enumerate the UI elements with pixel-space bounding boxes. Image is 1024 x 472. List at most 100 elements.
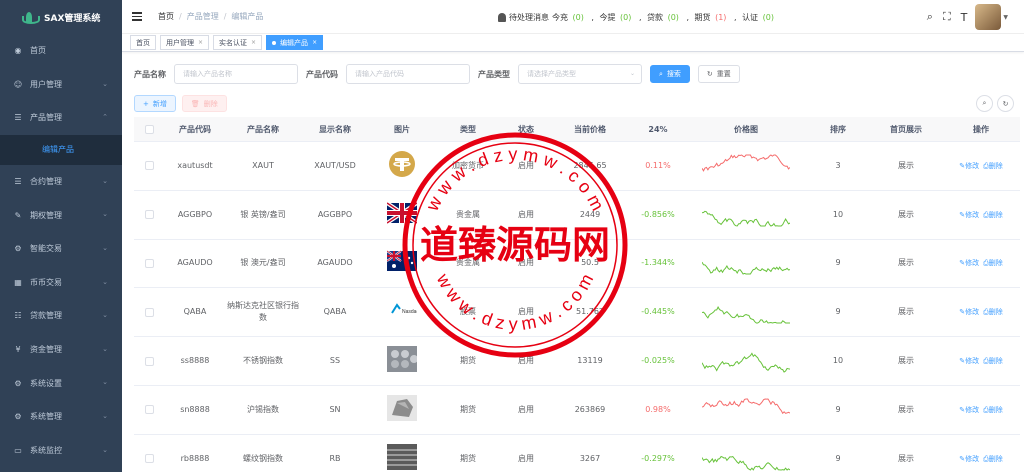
- product-type-cell: 加密货币: [452, 160, 484, 170]
- sidebar-item-1[interactable]: ☺ 用户管理 ⌄: [0, 68, 122, 102]
- close-icon[interactable]: ×: [251, 39, 256, 46]
- status-cell: 启用: [518, 404, 534, 414]
- edit-link[interactable]: ✎修改: [959, 308, 979, 316]
- app-logo[interactable]: SAX管理系统: [0, 0, 122, 34]
- sidebar-item-label: 系统设置: [30, 378, 62, 388]
- product-type-cell: 贵金属: [456, 258, 480, 268]
- tag-label: 实名认证: [219, 38, 248, 47]
- refresh-table-icon[interactable]: ↻: [997, 95, 1014, 112]
- close-icon[interactable]: ×: [312, 39, 317, 46]
- product-table: 产品代码 产品名称 显示名称 图片 类型 状态 当前价格 24% 价格图 排序 首页展示 操作 xau…: [134, 117, 1020, 472]
- notice-item-count: (0): [665, 13, 682, 22]
- search-button[interactable]: ⌕ 搜索: [650, 65, 690, 83]
- product-type-select[interactable]: 请选择产品类型 ⌄: [518, 64, 642, 84]
- edit-link-label: 修改: [965, 405, 980, 414]
- delete-button[interactable]: 🗑︎ 删除: [181, 95, 227, 112]
- delete-link[interactable]: ⎙删除: [983, 259, 1003, 267]
- row-checkbox[interactable]: [144, 356, 154, 366]
- product-name-input[interactable]: 请输入产品名称: [174, 64, 298, 84]
- breadcrumb-home[interactable]: 首页: [158, 12, 174, 21]
- logo-icon: [22, 12, 40, 24]
- current-price-cell: 3267: [579, 453, 601, 463]
- sidebar-item-7[interactable]: ☷ 贷款管理 ⌄: [0, 299, 122, 333]
- select-all-checkbox[interactable]: [144, 124, 154, 134]
- row-checkbox[interactable]: [144, 405, 154, 415]
- product-code-input[interactable]: 请输入产品代码: [346, 64, 470, 84]
- notice-item[interactable]: 今充 (0) ,: [552, 13, 600, 22]
- sidebar-item-label: 系统监控: [30, 445, 62, 455]
- delete-link[interactable]: ⎙删除: [983, 211, 1003, 219]
- edit-link[interactable]: ✎修改: [959, 211, 979, 219]
- edit-link[interactable]: ✎修改: [959, 259, 979, 267]
- notice-item[interactable]: 今提 (0) ,: [600, 13, 648, 22]
- delete-link[interactable]: ⎙删除: [983, 455, 1003, 463]
- tag-3[interactable]: 编辑产品 ×: [266, 35, 324, 50]
- product-name-cell: 银 英镑/盎司: [240, 209, 286, 219]
- notice-item[interactable]: 认证 (0): [742, 13, 776, 22]
- hamburger-icon[interactable]: [132, 12, 144, 21]
- status-cell: 启用: [518, 258, 534, 268]
- notice-item-name: 今充: [552, 13, 568, 22]
- table-icon: ▦: [14, 277, 22, 287]
- sidebar-item-5[interactable]: ⚙ 智能交易 ⌄: [0, 232, 122, 266]
- notice-item-count: (0): [617, 13, 634, 22]
- home-display-cell: 展示: [898, 453, 914, 463]
- row-checkbox[interactable]: [144, 161, 154, 171]
- tag-0[interactable]: 首页: [130, 35, 156, 50]
- search-icon[interactable]: ⌕: [927, 10, 933, 24]
- sidebar-item-9[interactable]: ⚙ 系统设置 ⌄: [0, 366, 122, 400]
- edit-link-label: 修改: [965, 357, 980, 366]
- chevron-down-icon: ⌄: [102, 79, 108, 88]
- home-display-cell: 展示: [898, 356, 914, 366]
- sidebar-item-4[interactable]: ✎ 期权管理 ⌄: [0, 198, 122, 232]
- edit-link[interactable]: ✎修改: [959, 162, 979, 170]
- notice-bar[interactable]: 待处理消息 今充 (0) , 今提 (0) , 贷款 (0) , 期货 (1) …: [498, 12, 776, 23]
- change-24h-cell: 0.11%: [645, 160, 671, 170]
- delete-link[interactable]: ⎙删除: [983, 357, 1003, 365]
- row-checkbox[interactable]: [144, 307, 154, 317]
- delete-link[interactable]: ⎙删除: [983, 406, 1003, 414]
- delete-link-label: 删除: [988, 308, 1003, 317]
- tag-label: 首页: [136, 38, 150, 47]
- trash-icon: 🗑︎: [190, 99, 200, 108]
- row-checkbox[interactable]: [144, 454, 154, 464]
- product-name-cell: 不锈钢指数: [243, 356, 283, 366]
- column-header: 24%: [648, 124, 668, 134]
- sidebar-item-11[interactable]: ▭ 系统监控 ⌄: [0, 434, 122, 468]
- toggle-search-icon[interactable]: ⌕: [976, 95, 993, 112]
- font-size-icon[interactable]: T: [961, 11, 968, 24]
- close-icon[interactable]: ×: [198, 39, 203, 46]
- row-checkbox[interactable]: [144, 210, 154, 220]
- row-checkbox[interactable]: [144, 258, 154, 268]
- delete-link[interactable]: ⎙删除: [983, 308, 1003, 316]
- sparkline-chart: [702, 306, 790, 324]
- fullscreen-icon[interactable]: ⛶: [943, 10, 951, 24]
- reset-button[interactable]: ↻ 重置: [697, 65, 740, 83]
- add-button[interactable]: + 新增: [134, 95, 176, 112]
- add-button-label: 新增: [152, 99, 167, 108]
- delete-button-label: 删除: [203, 99, 218, 108]
- tag-2[interactable]: 实名认证 ×: [213, 35, 263, 50]
- notice-item[interactable]: 期货 (1) ,: [695, 13, 743, 22]
- edit-link[interactable]: ✎修改: [959, 406, 979, 414]
- delete-link-label: 删除: [988, 454, 1003, 463]
- sidebar-item-8[interactable]: ¥ 资金管理 ⌄: [0, 333, 122, 367]
- sidebar-item-10[interactable]: ⚙ 系统管理 ⌄: [0, 400, 122, 434]
- operations-cell: ✎修改 ⎙删除: [942, 209, 1020, 221]
- edit-link[interactable]: ✎修改: [959, 455, 979, 463]
- delete-link[interactable]: ⎙删除: [983, 162, 1003, 170]
- sidebar-item-0[interactable]: ◉ 首页: [0, 34, 122, 68]
- sidebar-item-3[interactable]: ☰ 合约管理 ⌄: [0, 165, 122, 199]
- document-icon: ☰: [14, 177, 22, 187]
- submenu-item-edit-product[interactable]: 编辑产品: [0, 134, 122, 165]
- sidebar-item-2[interactable]: ☰ 产品管理 ⌃: [0, 101, 122, 135]
- edit-link[interactable]: ✎修改: [959, 357, 979, 365]
- caret-down-icon[interactable]: ▼: [1003, 14, 1008, 21]
- product-image-cell: [370, 246, 434, 280]
- home-display-cell: 展示: [898, 404, 914, 414]
- notice-item[interactable]: 贷款 (0) ,: [647, 13, 695, 22]
- sidebar-item-6[interactable]: ▦ 币币交易 ⌄: [0, 266, 122, 300]
- avatar[interactable]: [975, 4, 1002, 30]
- tag-1[interactable]: 用户管理 ×: [160, 35, 210, 50]
- chevron-down-icon: ⌄: [629, 70, 635, 77]
